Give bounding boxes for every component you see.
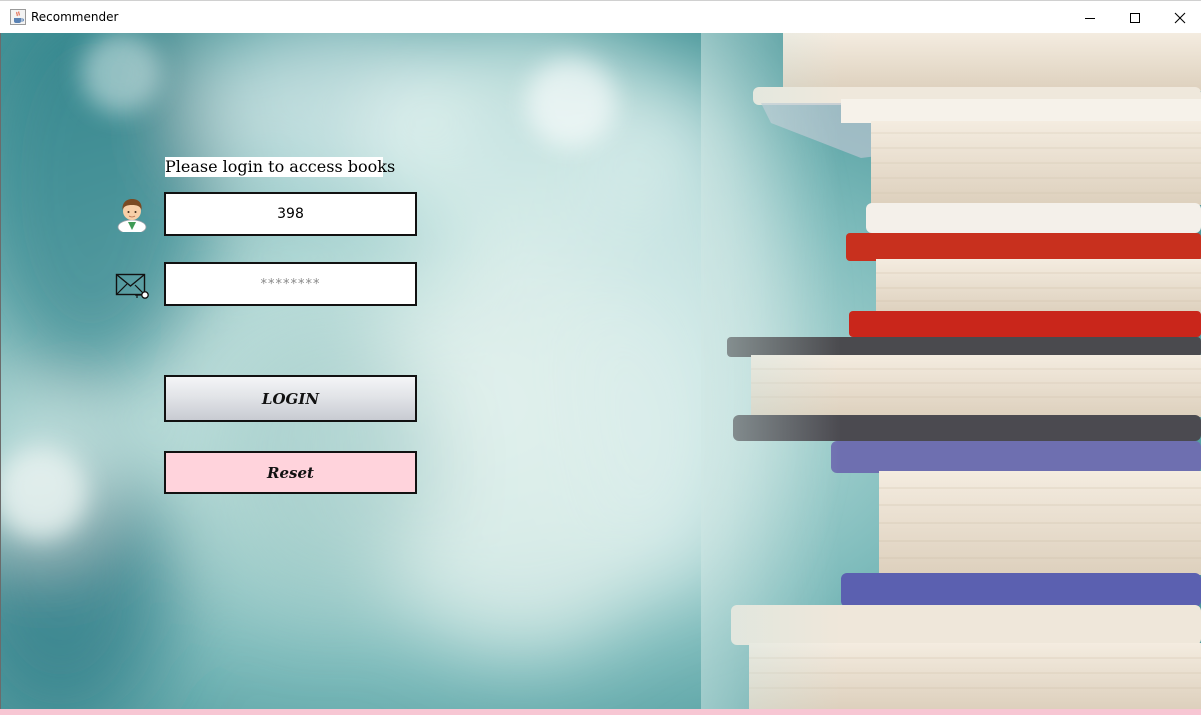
user-avatar-icon: [117, 199, 147, 232]
close-button[interactable]: [1157, 1, 1201, 34]
app-window: Recommender Please login to access books…: [0, 0, 1201, 715]
password-input[interactable]: ********: [164, 262, 417, 306]
minimize-icon: [1085, 17, 1095, 19]
java-cup-icon: [10, 9, 26, 25]
bottom-strip: [0, 709, 1201, 715]
reset-button[interactable]: Reset: [164, 451, 417, 494]
maximize-icon: [1130, 12, 1140, 23]
mail-key-icon: [115, 273, 149, 299]
login-button[interactable]: LOGIN: [164, 375, 417, 422]
maximize-button[interactable]: [1112, 1, 1158, 34]
username-input[interactable]: 398: [164, 192, 417, 236]
title-bar[interactable]: Recommender: [0, 0, 1201, 33]
close-icon: [1174, 12, 1186, 23]
window-title: Recommender: [31, 10, 119, 24]
login-prompt-label: Please login to access books: [165, 157, 396, 177]
minimize-button[interactable]: [1067, 1, 1113, 34]
login-form: Please login to access books 398 *******…: [1, 33, 1201, 709]
